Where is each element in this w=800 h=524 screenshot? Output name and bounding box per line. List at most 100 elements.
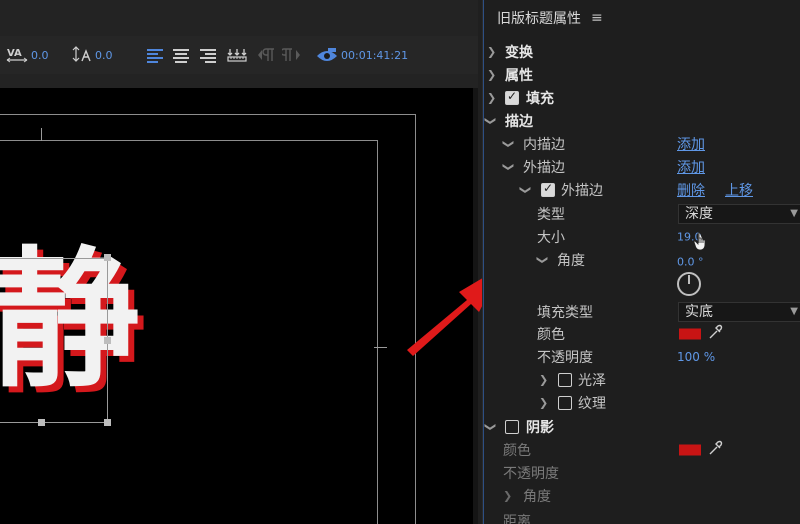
shadow-angle-label: 角度	[523, 488, 551, 505]
shadow-checkbox[interactable]	[505, 419, 519, 434]
sheen-row[interactable]: ❯ 光泽	[483, 368, 800, 391]
outer-stroke-row: ❯ 外描边 添加	[483, 155, 800, 178]
opacity-label: 不透明度	[537, 349, 593, 366]
align-left-icon	[146, 47, 164, 63]
timecode-control[interactable]: 00:01:41:21	[316, 36, 408, 74]
section-stroke-label: 描边	[505, 113, 533, 130]
opacity-value[interactable]: 100 %	[677, 350, 715, 364]
chevron-right-icon[interactable]: ❯	[487, 45, 496, 58]
fill-type-select-value: 实底	[685, 303, 713, 320]
chevron-right-icon[interactable]: ❯	[539, 373, 548, 386]
kerning-icon: VA	[6, 46, 28, 64]
section-shadow[interactable]: ❯ 阴影	[483, 415, 800, 438]
resize-handle-bottom[interactable]	[38, 419, 45, 426]
eye-icon	[316, 47, 338, 63]
tab-next-button[interactable]	[282, 36, 302, 74]
fill-type-row: 填充类型 实底 ▼	[483, 300, 800, 323]
shadow-color-row: 颜色	[483, 438, 800, 461]
shadow-distance-label: 距离	[503, 514, 531, 524]
inner-stroke-row: ❯ 内描边 添加	[483, 132, 800, 155]
chevron-down-icon: ▼	[790, 207, 798, 219]
align-left-button[interactable]	[146, 36, 164, 74]
fill-type-select[interactable]: 实底 ▼	[678, 301, 800, 322]
resize-handle-right[interactable]	[104, 337, 111, 344]
section-shadow-label: 阴影	[526, 419, 554, 436]
angle-value[interactable]: 0.0 °	[677, 256, 704, 269]
chevron-down-icon[interactable]: ❯	[519, 185, 532, 194]
chevron-down-icon[interactable]: ❯	[484, 422, 497, 431]
section-stroke[interactable]: ❯ 描边	[483, 109, 800, 132]
section-transform[interactable]: ❯ 变换	[483, 40, 800, 63]
shadow-distance-row: 距离	[483, 507, 800, 524]
section-properties[interactable]: ❯ 属性	[483, 63, 800, 86]
angle-dial[interactable]	[677, 272, 701, 296]
sheen-label: 光泽	[578, 372, 606, 389]
outer-stroke-add-link[interactable]: 添加	[677, 157, 705, 177]
chevron-right-icon[interactable]: ❯	[539, 396, 548, 409]
text-toolbar: VA 0.0 0.0 00:01:41:21	[0, 36, 478, 74]
paragraph-left-icon	[256, 47, 276, 63]
type-row: 类型 深度 ▼	[483, 202, 800, 225]
chevron-down-icon[interactable]: ❯	[484, 116, 497, 125]
type-select[interactable]: 深度 ▼	[678, 203, 800, 224]
chevron-down-icon[interactable]: ❯	[502, 139, 515, 148]
angle-label: 角度	[557, 252, 585, 269]
tracking-value[interactable]: 0.0	[95, 49, 113, 62]
shadow-opacity-label: 不透明度	[503, 465, 559, 482]
kerning-control[interactable]: VA 0.0	[6, 36, 49, 74]
opacity-row: 不透明度 100 %	[483, 345, 800, 368]
section-fill-label: 填充	[526, 90, 554, 107]
texture-label: 纹理	[578, 395, 606, 412]
chevron-down-icon[interactable]: ❯	[536, 255, 549, 264]
move-up-link[interactable]: 上移	[725, 180, 753, 200]
hand-cursor-icon	[693, 232, 711, 256]
inner-stroke-add-link[interactable]: 添加	[677, 134, 705, 154]
resize-handle-bottom-right[interactable]	[104, 419, 111, 426]
texture-checkbox[interactable]	[558, 395, 572, 410]
outer-stroke-label: 外描边	[523, 159, 565, 176]
kerning-value[interactable]: 0.0	[31, 49, 49, 62]
tracking-control[interactable]: 0.0	[72, 36, 113, 74]
size-row: 大小 19.0	[483, 225, 800, 248]
chevron-right-icon[interactable]: ❯	[487, 68, 496, 81]
tracking-icon	[72, 45, 92, 65]
section-fill[interactable]: ❯ 填充	[483, 86, 800, 109]
angle-row: ❯ 角度 0.0 °	[483, 248, 800, 271]
eyedropper-icon[interactable]	[708, 440, 724, 460]
align-right-button[interactable]	[199, 36, 217, 74]
chevron-right-icon[interactable]: ❯	[503, 489, 512, 502]
chevron-right-icon[interactable]: ❯	[487, 91, 496, 104]
align-center-button[interactable]	[172, 36, 190, 74]
chevron-down-icon[interactable]: ❯	[502, 162, 515, 171]
tab-prev-button[interactable]	[256, 36, 276, 74]
section-transform-label: 变换	[505, 44, 533, 61]
center-mark-right	[374, 347, 387, 348]
eyedropper-icon[interactable]	[708, 324, 724, 344]
color-row: 颜色	[483, 322, 800, 345]
fill-checkbox[interactable]	[505, 89, 519, 105]
selection-box[interactable]	[0, 258, 108, 423]
resize-handle-top-right[interactable]	[104, 254, 111, 261]
sheen-checkbox[interactable]	[558, 372, 572, 387]
title-designer: VA 0.0 0.0 00:01:41:21 静 静	[0, 0, 503, 524]
shadow-color-swatch[interactable]	[679, 444, 701, 455]
chevron-down-icon: ▼	[790, 305, 798, 317]
panel-header: 旧版标题属性 ≡	[483, 0, 800, 36]
delete-link[interactable]: 删除	[677, 180, 705, 200]
size-label: 大小	[537, 229, 565, 246]
texture-row[interactable]: ❯ 纹理	[483, 391, 800, 414]
panel-title: 旧版标题属性	[497, 11, 581, 27]
section-properties-label: 属性	[505, 67, 533, 84]
timecode-value[interactable]: 00:01:41:21	[341, 49, 408, 62]
tab-stops-button[interactable]	[227, 36, 247, 74]
shadow-angle-row: ❯ 角度	[483, 484, 800, 507]
center-mark-top	[41, 128, 42, 141]
svg-text:VA: VA	[7, 48, 22, 59]
align-right-icon	[199, 47, 217, 63]
stroke-color-swatch[interactable]	[679, 328, 701, 339]
shadow-color-label: 颜色	[503, 442, 531, 459]
panel-menu-icon[interactable]: ≡	[591, 10, 603, 26]
tab-stops-icon	[227, 46, 247, 64]
type-label: 类型	[537, 206, 565, 223]
outer-stroke-checkbox[interactable]	[541, 181, 555, 197]
